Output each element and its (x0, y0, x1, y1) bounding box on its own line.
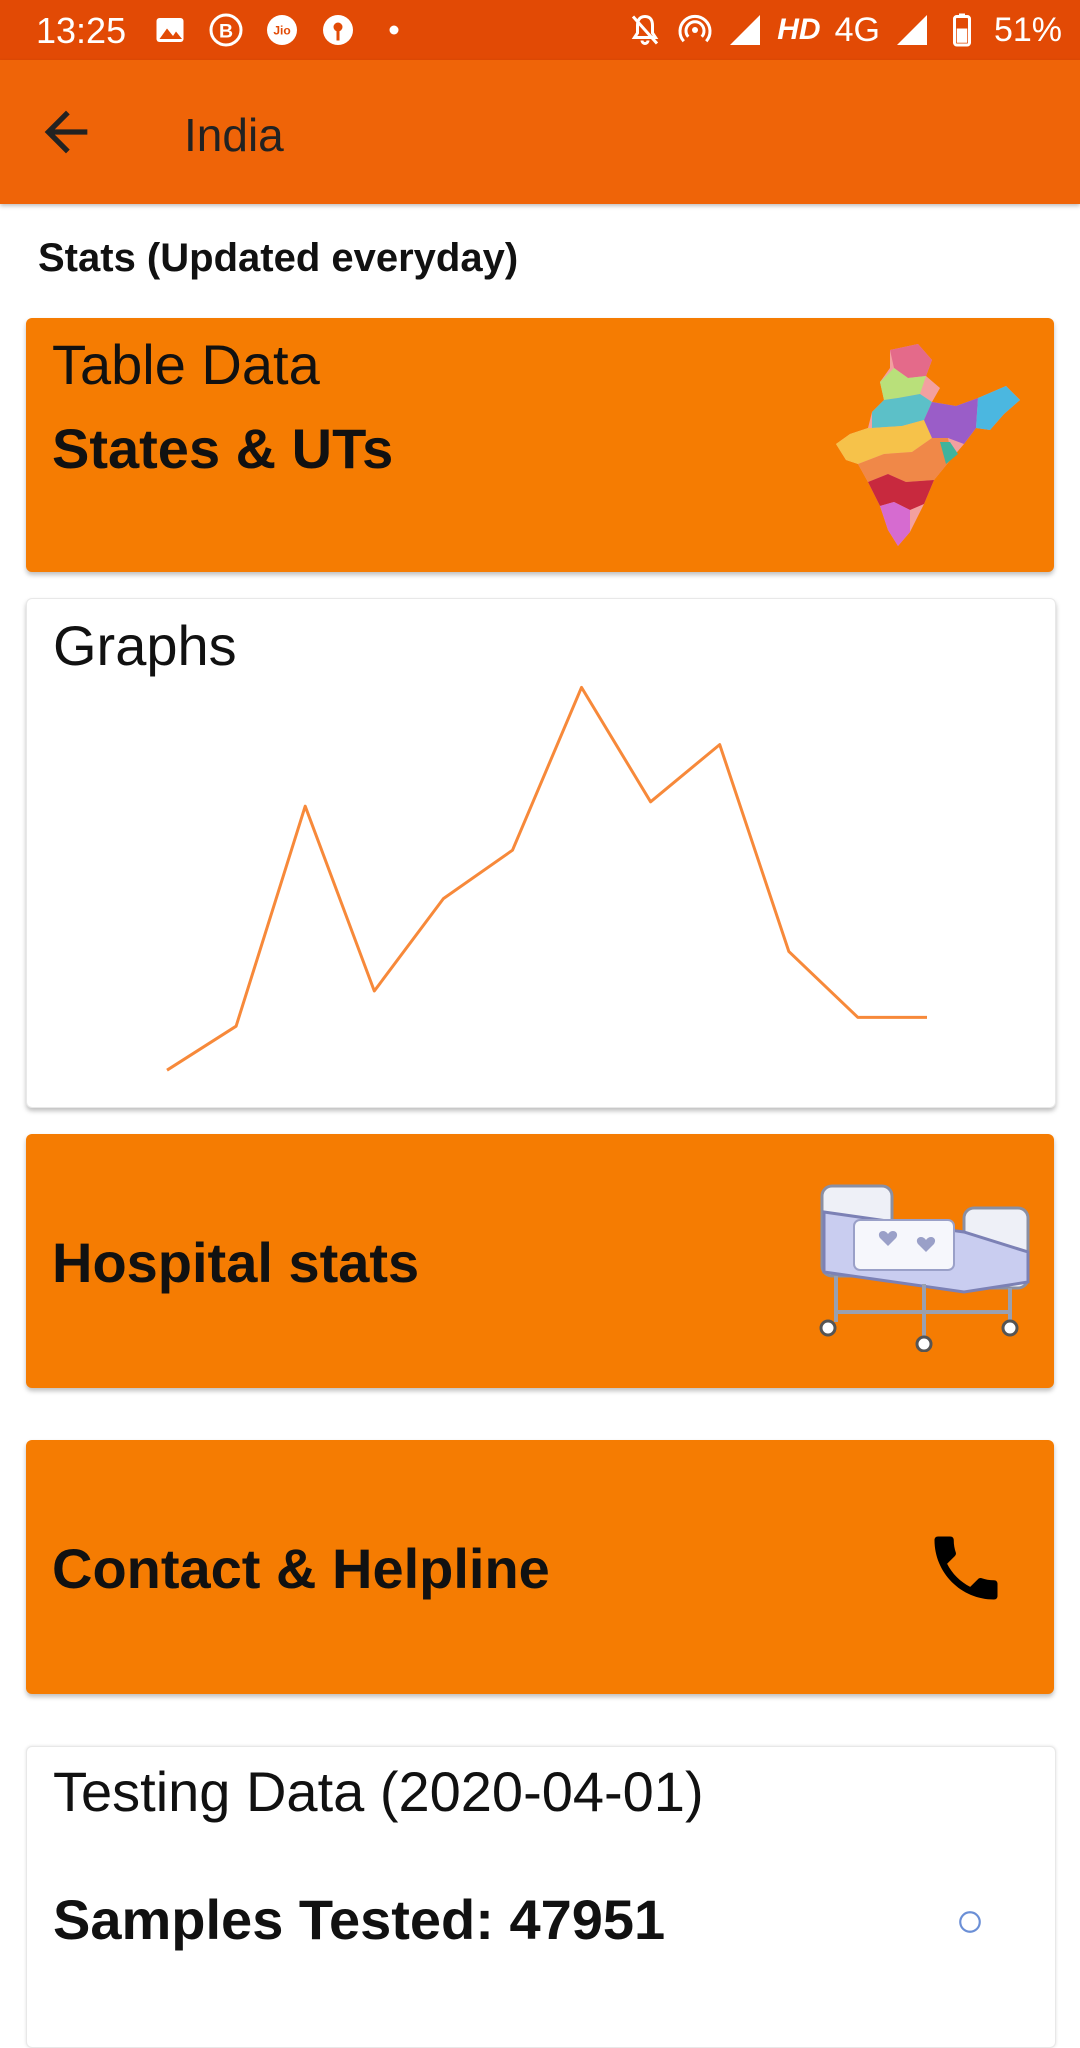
dot-icon (389, 25, 399, 35)
table-card-subtitle: Table Data (52, 333, 320, 396)
svg-text:Jio: Jio (273, 24, 290, 38)
hospital-bed-icon (819, 1184, 1030, 1352)
jio-icon: Jio (267, 15, 297, 45)
table-card-title: States & UTs (52, 417, 394, 480)
image-icon (156, 18, 184, 42)
b-icon: B (209, 13, 243, 47)
notification-icons: B Jio (152, 12, 412, 48)
contact-helpline-card[interactable]: Contact & Helpline (26, 1440, 1054, 1694)
app-bar: India (0, 60, 1080, 204)
sbi-icon (323, 15, 353, 45)
battery-percent: 51% (993, 10, 1062, 49)
graphs-card-title: Graphs (53, 614, 237, 677)
battery-icon (952, 13, 971, 47)
network-type: 4G (834, 10, 880, 49)
bell-off-icon (631, 14, 659, 45)
phone-icon (934, 1536, 998, 1600)
signal-icon (730, 15, 761, 45)
system-icons: HD 4G 51% (627, 10, 1062, 50)
hospital-card-title: Hospital stats (52, 1231, 420, 1294)
section-heading: Stats (Updated everyday) (38, 236, 519, 280)
states-table-card[interactable]: Table Data States & UTs (26, 318, 1054, 572)
status-bar: 13:25 B Jio HD 4G 51% (0, 0, 1080, 60)
drop-icon (959, 1911, 981, 1933)
svg-text:B: B (219, 21, 233, 43)
testing-data-card[interactable]: Testing Data (2020-04-01) Samples Tested… (26, 1746, 1056, 2048)
arrow-left-icon[interactable] (34, 100, 98, 164)
chart-series-line (166, 685, 927, 1072)
signal-icon (896, 15, 927, 45)
hospital-stats-card[interactable]: Hospital stats (26, 1134, 1054, 1388)
testing-card-title: Testing Data (2020-04-01) (53, 1760, 704, 1823)
hotspot-icon (678, 14, 712, 43)
contact-card-title: Contact & Helpline (52, 1537, 550, 1600)
india-map-icon (836, 344, 1020, 546)
network-label: HD (777, 13, 821, 46)
graphs-card[interactable]: Graphs (26, 598, 1056, 1108)
status-time: 13:25 (36, 10, 127, 51)
app-title: India (184, 109, 284, 161)
